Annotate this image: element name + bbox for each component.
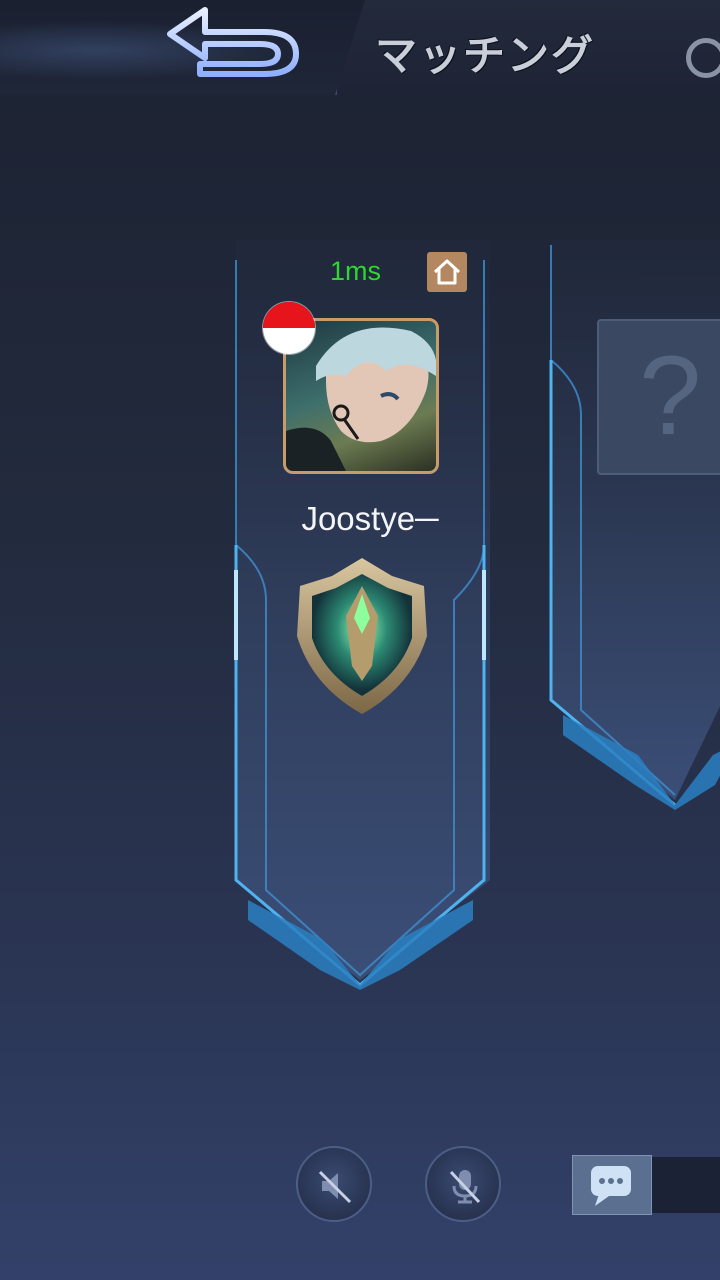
mic-muted-icon	[449, 1170, 481, 1204]
back-arrow-icon	[167, 7, 299, 77]
ping-indicator: 1ms	[330, 256, 382, 286]
timer-icon	[686, 38, 720, 78]
mic-toggle-button[interactable]	[425, 1146, 501, 1222]
unknown-player-icon: ?	[639, 333, 702, 458]
empty-player-slot: ?	[597, 319, 720, 475]
home-icon	[433, 259, 461, 285]
back-button[interactable]	[160, 2, 310, 80]
player-name: Joostye─	[301, 500, 439, 537]
rank-badge-icon[interactable]	[292, 556, 432, 716]
indonesia-flag-icon	[263, 302, 315, 354]
room-button[interactable]	[427, 252, 467, 292]
speaker-muted-icon	[318, 1170, 352, 1204]
header-bar: マッチング	[0, 0, 720, 95]
chat-input-bar[interactable]	[652, 1157, 720, 1213]
chat-button[interactable]	[572, 1155, 652, 1215]
chat-bubble-icon	[591, 1166, 631, 1206]
page-title: マッチング	[375, 31, 596, 80]
speaker-toggle-button[interactable]	[296, 1146, 372, 1222]
